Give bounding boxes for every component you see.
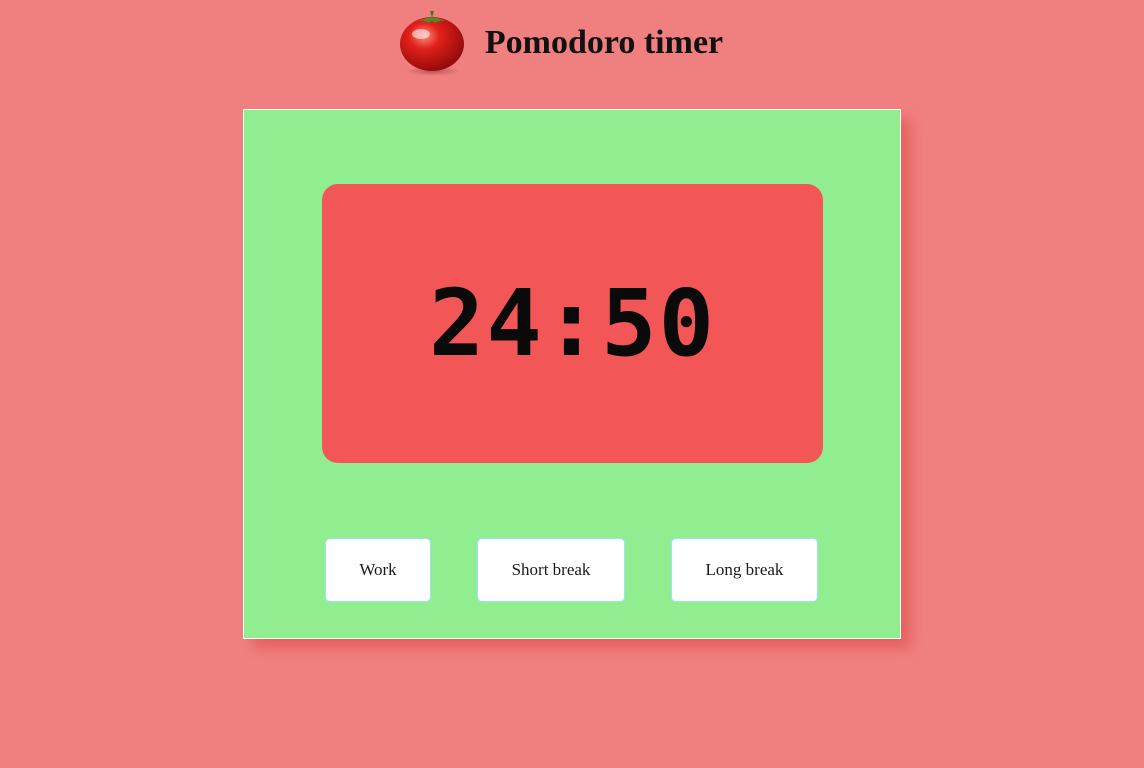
timer-display: 24:50 <box>322 184 823 463</box>
tomato-icon <box>399 11 464 76</box>
timer-panel: 24:50 Work Short break Long break <box>243 109 901 639</box>
time-readout: 24:50 <box>429 270 716 377</box>
work-button[interactable]: Work <box>325 538 431 602</box>
page-title: Pomodoro timer <box>484 24 724 61</box>
short-break-button[interactable]: Short break <box>477 538 625 602</box>
app-header: Pomodoro timer <box>0 8 1144 78</box>
long-break-button[interactable]: Long break <box>671 538 818 602</box>
